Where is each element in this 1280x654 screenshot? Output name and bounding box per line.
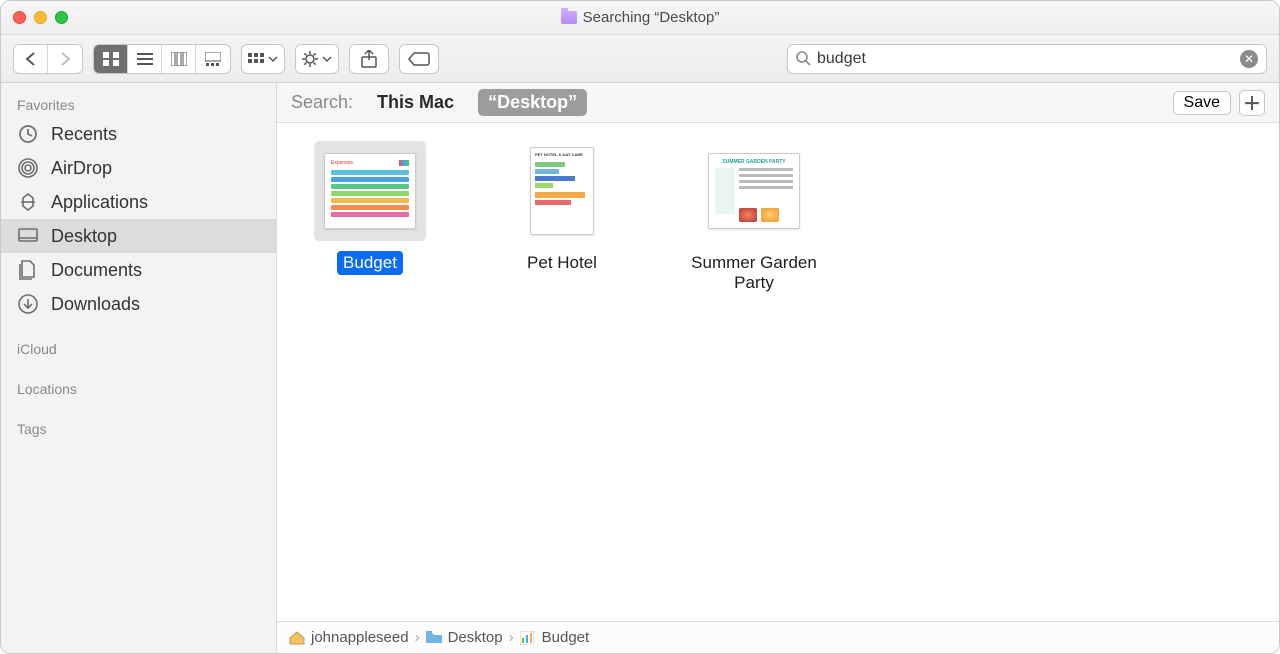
gallery-view-button[interactable]: [196, 45, 230, 73]
sidebar-heading-favorites: Favorites: [1, 91, 276, 117]
sidebar-item-label: Applications: [51, 192, 148, 213]
results-area[interactable]: Expenses Budget: [277, 123, 1279, 621]
scope-this-mac[interactable]: This Mac: [367, 89, 464, 116]
action-menu-button[interactable]: [295, 44, 339, 74]
file-item[interactable]: Expenses Budget: [301, 141, 439, 296]
sidebar-item-recents[interactable]: Recents: [1, 117, 276, 151]
file-thumbnail: Expenses: [324, 153, 416, 229]
window-title: Searching “Desktop”: [583, 9, 720, 26]
file-thumbnail: PET HOTEL & DAY CARE: [530, 147, 594, 235]
folder-icon: [426, 631, 442, 644]
search-scope-label: Search:: [291, 92, 353, 113]
close-window-button[interactable]: [13, 11, 26, 24]
apps-icon: [17, 191, 39, 213]
path-crumb-label: Desktop: [448, 629, 503, 646]
scope-current-folder[interactable]: “Desktop”: [478, 89, 587, 116]
save-search-button[interactable]: Save: [1173, 91, 1231, 115]
clock-icon: [17, 123, 39, 145]
sidebar: Favorites Recents AirDrop Applications D…: [1, 83, 277, 653]
nav-buttons: [13, 44, 83, 74]
column-view-button[interactable]: [162, 45, 196, 73]
sidebar-item-label: Downloads: [51, 294, 140, 315]
file-label: Summer Garden Party: [685, 251, 823, 296]
add-search-criteria-button[interactable]: ＋: [1239, 90, 1265, 116]
clear-search-button[interactable]: ✕: [1240, 50, 1258, 68]
desktop-icon: [17, 225, 39, 247]
airdrop-icon: [17, 157, 39, 179]
sidebar-item-airdrop[interactable]: AirDrop: [1, 151, 276, 185]
icon-view-button[interactable]: [94, 45, 128, 73]
finder-window: Searching “Desktop”: [0, 0, 1280, 654]
path-separator-icon: ›: [509, 629, 514, 646]
titlebar: Searching “Desktop”: [1, 1, 1279, 35]
sidebar-heading-icloud: iCloud: [1, 335, 276, 361]
path-bar: johnappleseed › Desktop › Budget: [277, 621, 1279, 653]
search-scope-bar: Search: This Mac “Desktop” Save ＋: [277, 83, 1279, 123]
sidebar-heading-locations: Locations: [1, 375, 276, 401]
file-label: Budget: [337, 251, 403, 275]
main-content: Search: This Mac “Desktop” Save ＋ Expens…: [277, 83, 1279, 653]
sidebar-item-applications[interactable]: Applications: [1, 185, 276, 219]
path-crumb-label: Budget: [542, 629, 590, 646]
sidebar-item-label: AirDrop: [51, 158, 112, 179]
view-mode-group: [93, 44, 231, 74]
sidebar-item-downloads[interactable]: Downloads: [1, 287, 276, 321]
file-item[interactable]: SUMMER GARDEN PARTY Summer Garden Party: [685, 141, 823, 296]
sidebar-heading-tags: Tags: [1, 415, 276, 441]
search-field[interactable]: ✕: [787, 44, 1267, 74]
path-crumb-home[interactable]: johnappleseed: [289, 629, 409, 646]
path-crumb-folder[interactable]: Desktop: [426, 629, 503, 646]
forward-button[interactable]: [48, 45, 82, 73]
file-item[interactable]: PET HOTEL & DAY CARE Pet Hotel: [493, 141, 631, 296]
sidebar-item-label: Documents: [51, 260, 142, 281]
sidebar-item-documents[interactable]: Documents: [1, 253, 276, 287]
group-by-button[interactable]: [241, 44, 285, 74]
sidebar-item-label: Desktop: [51, 226, 117, 247]
file-label: Pet Hotel: [521, 251, 603, 275]
path-separator-icon: ›: [415, 629, 420, 646]
documents-icon: [17, 259, 39, 281]
list-view-button[interactable]: [128, 45, 162, 73]
path-crumb-label: johnappleseed: [311, 629, 409, 646]
zoom-window-button[interactable]: [55, 11, 68, 24]
sidebar-item-desktop[interactable]: Desktop: [1, 219, 276, 253]
home-icon: [289, 631, 305, 644]
downloads-icon: [17, 293, 39, 315]
window-controls: [13, 11, 68, 24]
tag-button[interactable]: [399, 44, 439, 74]
window-body: Favorites Recents AirDrop Applications D…: [1, 83, 1279, 653]
back-button[interactable]: [14, 45, 48, 73]
search-input[interactable]: [817, 50, 1234, 68]
share-button[interactable]: [349, 44, 389, 74]
path-crumb-file[interactable]: Budget: [520, 629, 590, 646]
toolbar: ✕: [1, 35, 1279, 83]
sidebar-item-label: Recents: [51, 124, 117, 145]
search-icon: [796, 51, 811, 66]
search-folder-icon: [561, 11, 577, 24]
minimize-window-button[interactable]: [34, 11, 47, 24]
numbers-file-icon: [520, 631, 536, 644]
file-thumbnail: SUMMER GARDEN PARTY: [708, 153, 800, 229]
